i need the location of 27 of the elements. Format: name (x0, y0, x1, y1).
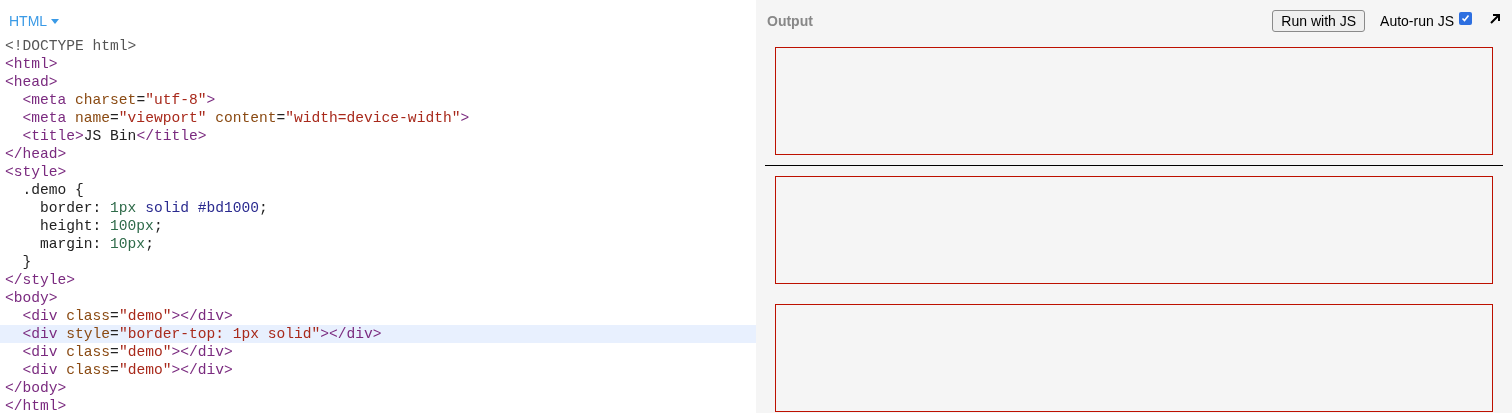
code-line: <style> (4, 163, 68, 181)
code-line: <meta charset="utf-8"> (21, 91, 217, 109)
output-title: Output (767, 11, 813, 31)
code-line: } (21, 253, 33, 271)
code-line: </body> (4, 379, 68, 397)
code-line: <html> (4, 55, 59, 73)
code-line: <body> (4, 289, 59, 307)
run-button[interactable]: Run with JS (1272, 10, 1366, 32)
code-line: <meta name="viewport" content="width=device-width"> (21, 109, 471, 127)
auto-run-checkbox[interactable] (1459, 11, 1472, 25)
checkmark-icon (1461, 13, 1470, 23)
code-line: </html> (4, 397, 68, 413)
code-line: .demo { (21, 181, 85, 199)
arrow-icon[interactable] (1489, 13, 1501, 25)
code-line: </style> (4, 271, 77, 289)
code-line: <div class="demo"></div> (21, 343, 234, 361)
code-line: margin: 10px; (39, 235, 155, 253)
code-line: <head> (4, 73, 59, 91)
code-line: height: 100px; (39, 217, 164, 235)
code-line: border: 1px solid #bd1000; (39, 199, 269, 217)
code-line: <div class="demo"></div> (21, 307, 234, 325)
auto-run-label: Auto-run JS (1380, 11, 1454, 31)
code-line: <div class="demo"></div> (21, 361, 234, 379)
code-line: <title>JS Bin</title> (21, 127, 208, 145)
code-line: </head> (4, 145, 68, 163)
code-line: <!DOCTYPE html> (4, 37, 138, 55)
caret-icon (51, 19, 60, 24)
